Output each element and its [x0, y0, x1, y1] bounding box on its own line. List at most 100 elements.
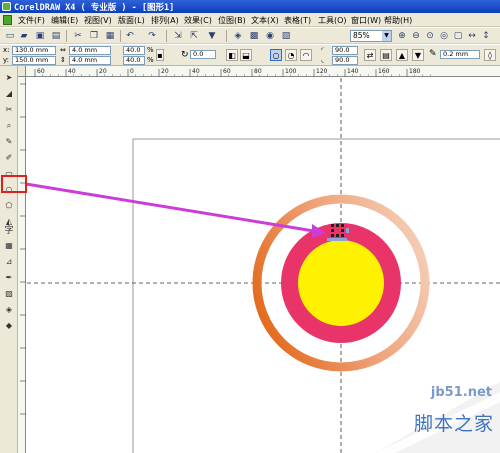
- zoom-page-icon[interactable]: ▢: [452, 30, 464, 42]
- watermark-text: 脚本之家: [413, 413, 494, 435]
- copy-icon[interactable]: ❐: [88, 30, 100, 42]
- scale-width-unit: %: [147, 46, 154, 54]
- print-icon[interactable]: ▤: [50, 30, 62, 42]
- menu-edit[interactable]: 编辑(E): [51, 15, 78, 26]
- zoom-level-select[interactable]: 85% ▼: [350, 30, 392, 42]
- outline-pen-icon: ✎: [429, 49, 437, 59]
- mirror-horizontal-icon[interactable]: ◧: [226, 49, 238, 61]
- text-tool-icon[interactable]: 字: [3, 224, 15, 236]
- save-icon[interactable]: ▣: [34, 30, 46, 42]
- end-angle-icon: ◟: [321, 56, 324, 64]
- new-document-icon[interactable]: ▭: [4, 30, 16, 42]
- paste-icon[interactable]: ▦: [104, 30, 116, 42]
- zoom-out-icon[interactable]: ⊖: [410, 30, 422, 42]
- open-folder-icon[interactable]: ▰: [18, 30, 30, 42]
- standard-toolbar: ▭ ▰ ▣ ▤ ✂ ❐ ▦ ↶ ↷ ⇲ ⇱ ▼ ◈ ▩ ◉ ▧ 85% ▼ ⊕ …: [0, 28, 500, 44]
- h-ruler-label: 140: [347, 68, 359, 75]
- scale-height-field[interactable]: 40.0: [123, 56, 145, 65]
- smart-fill-tool-icon[interactable]: ✐: [3, 152, 15, 163]
- convert-to-curves-icon[interactable]: ◊: [484, 49, 496, 61]
- chevron-down-icon: ▼: [382, 31, 391, 41]
- scan-icon[interactable]: ▧: [280, 30, 292, 42]
- pick-tool-icon[interactable]: ➤: [3, 72, 15, 83]
- width-field[interactable]: 4.0 mm: [69, 46, 111, 55]
- outline-width-select[interactable]: 0.2 mm: [440, 50, 480, 59]
- zoom-in-icon[interactable]: ⊕: [396, 30, 408, 42]
- lock-ratio-icon[interactable]: ▪: [156, 49, 164, 61]
- start-angle-icon: ◜: [321, 46, 324, 54]
- h-ruler-label: 40: [68, 68, 76, 75]
- zoom-width-icon[interactable]: ↔: [466, 30, 478, 42]
- to-front-icon[interactable]: ▲: [396, 49, 408, 61]
- menu-text[interactable]: 文本(X): [251, 15, 279, 26]
- vertical-ruler[interactable]: 28026024022020018016014012010080: [18, 77, 26, 453]
- export-icon[interactable]: ⇱: [188, 30, 200, 42]
- menu-bitmaps[interactable]: 位图(B): [218, 15, 246, 26]
- redo-icon[interactable]: ↷: [146, 30, 158, 42]
- h-ruler-label: 0: [130, 68, 134, 75]
- menu-tools[interactable]: 工具(O): [318, 15, 347, 26]
- window-title: CorelDRAW X4 ( 专业版 ) - [图形1]: [14, 3, 175, 13]
- zoom-value: 85%: [353, 31, 370, 40]
- welcome-screen-icon[interactable]: ▩: [248, 30, 260, 42]
- menu-table[interactable]: 表格(T): [284, 15, 311, 26]
- menu-view[interactable]: 视图(V): [84, 15, 112, 26]
- ellipse-mode-icon[interactable]: ○: [270, 49, 282, 61]
- pie-mode-icon[interactable]: ◔: [285, 49, 297, 61]
- mirror-vertical-icon[interactable]: ⬓: [240, 49, 252, 61]
- h-ruler-label: 60: [37, 68, 45, 75]
- height-icon: ⇕: [60, 56, 66, 64]
- zoom-all-icon[interactable]: ◎: [438, 30, 450, 42]
- crop-tool-icon[interactable]: ✂: [3, 104, 15, 115]
- y-position-field[interactable]: 150.0 mm: [12, 56, 56, 65]
- menu-arrange[interactable]: 排列(A): [151, 15, 179, 26]
- property-bar: x: 130.0 mm y: 150.0 mm ⇔ 4.0 mm ⇕ 4.0 m…: [0, 45, 500, 66]
- ruler-origin[interactable]: [18, 66, 26, 77]
- interactive-fill-tool-icon[interactable]: ◆: [3, 320, 15, 331]
- horizontal-ruler[interactable]: 60 40 20 0 20 40 60 80 100 120 140 160 180: [26, 66, 500, 77]
- arc-mode-icon[interactable]: ◠: [300, 49, 312, 61]
- polygon-tool-icon[interactable]: ⬠: [3, 200, 15, 211]
- height-field[interactable]: 4.0 mm: [69, 56, 111, 65]
- end-angle-field[interactable]: 90.0: [332, 56, 358, 65]
- app-launcher-icon[interactable]: ◈: [232, 30, 244, 42]
- shape-tool-icon[interactable]: ◢: [3, 88, 15, 99]
- menu-help[interactable]: 帮助(H): [384, 15, 412, 26]
- to-back-icon[interactable]: ▼: [412, 49, 424, 61]
- zoom-tool-icon[interactable]: ⌕: [3, 120, 15, 131]
- start-angle-field[interactable]: 90.0: [332, 46, 358, 55]
- zoom-height-icon[interactable]: ↕: [480, 30, 492, 42]
- fill-tool-icon[interactable]: ◈: [3, 304, 15, 315]
- h-ruler-label: 40: [192, 68, 200, 75]
- menu-window[interactable]: 窗口(W): [351, 15, 381, 26]
- change-direction-icon[interactable]: ⇄: [364, 49, 376, 61]
- corel-online-icon[interactable]: ◉: [264, 30, 276, 42]
- menu-layout[interactable]: 版面(L): [118, 15, 145, 26]
- outline-tool-icon[interactable]: ▨: [3, 288, 15, 299]
- eyedropper-tool-icon[interactable]: ✒: [3, 272, 15, 283]
- h-ruler-label: 20: [99, 68, 107, 75]
- ellipse-tool-highlight: [1, 175, 27, 193]
- x-label: x:: [3, 46, 10, 54]
- undo-icon[interactable]: ↶: [124, 30, 136, 42]
- menu-effects[interactable]: 效果(C): [184, 15, 212, 26]
- watermark-site: jb51.net: [430, 385, 492, 400]
- h-ruler-label: 100: [285, 68, 297, 75]
- toolbox: ➤ ◢ ✂ ⌕ ✎ ✐ ▭ ○ ⬠ ◭ 字 ▦ ⊿ ✒ ▨ ◈ ◆: [0, 66, 18, 453]
- dimension-tool-icon[interactable]: ⊿: [3, 256, 15, 267]
- freehand-tool-icon[interactable]: ✎: [3, 136, 15, 147]
- x-position-field[interactable]: 130.0 mm: [12, 46, 56, 55]
- scale-width-field[interactable]: 40.0: [123, 46, 145, 55]
- menu-file[interactable]: 文件(F): [18, 15, 45, 26]
- inner-circle-shape[interactable]: [298, 240, 384, 326]
- document-icon: [3, 15, 12, 25]
- table-tool-icon[interactable]: ▦: [3, 240, 15, 251]
- rotation-angle-field[interactable]: 0.0: [190, 50, 216, 59]
- publish-pdf-icon[interactable]: ▼: [206, 30, 218, 42]
- wrap-text-icon[interactable]: ▤: [380, 49, 392, 61]
- h-ruler-label: 20: [161, 68, 169, 75]
- cut-icon[interactable]: ✂: [72, 30, 84, 42]
- h-ruler-label: 60: [223, 68, 231, 75]
- import-icon[interactable]: ⇲: [172, 30, 184, 42]
- zoom-selected-icon[interactable]: ⊙: [424, 30, 436, 42]
